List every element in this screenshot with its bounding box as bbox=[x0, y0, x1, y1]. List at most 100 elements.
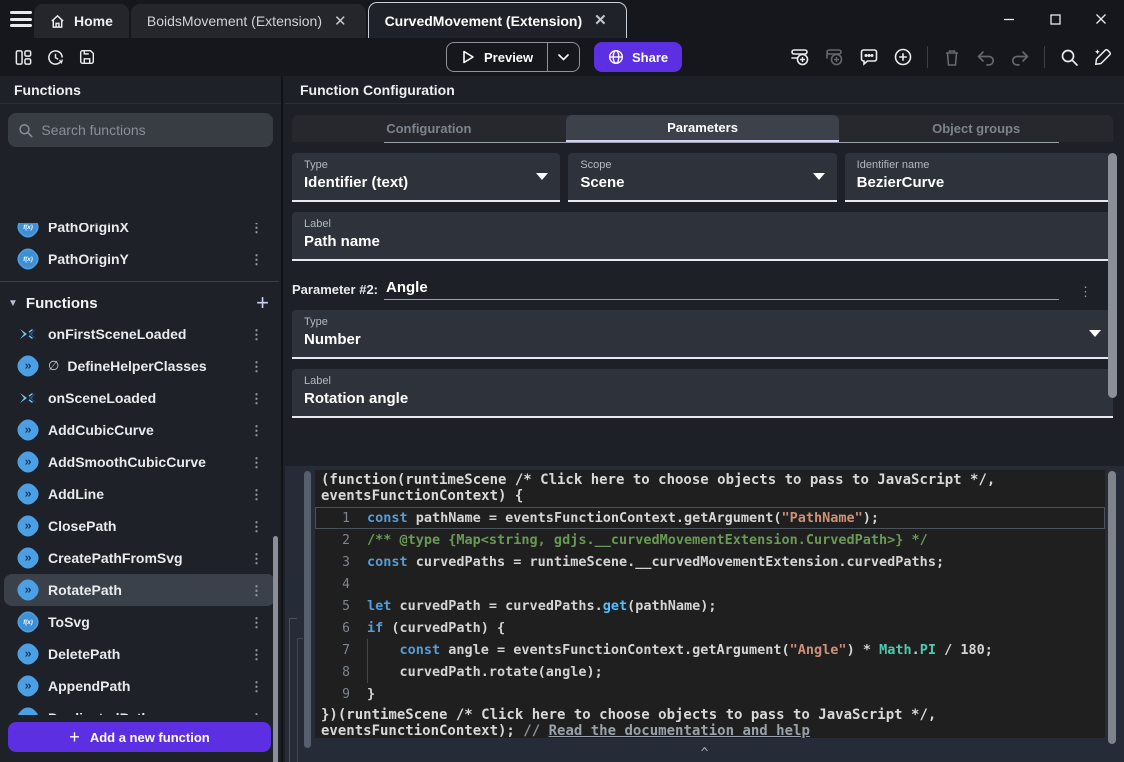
sidebar-item-addsmoothcubiccurve[interactable]: »AddSmoothCubicCurve⋮ bbox=[4, 446, 275, 478]
dropdown-arrow-icon[interactable] bbox=[813, 173, 825, 180]
delete-button[interactable] bbox=[937, 42, 967, 72]
close-button[interactable] bbox=[1078, 0, 1124, 38]
code-line-1[interactable]: 1const pathName = eventsFunctionContext.… bbox=[315, 507, 1105, 529]
add-event-button[interactable] bbox=[786, 42, 816, 72]
tab-object-groups[interactable]: Object groups bbox=[839, 115, 1113, 142]
code-line-7[interactable]: 7 const angle = eventsFunctionContext.ge… bbox=[315, 639, 1105, 661]
project-tab-boidsmovement-extension-[interactable]: BoidsMovement (Extension)✕ bbox=[131, 4, 366, 38]
minimize-button[interactable] bbox=[986, 0, 1032, 38]
code-lines[interactable]: 1const pathName = eventsFunctionContext.… bbox=[315, 507, 1105, 705]
code-line-9[interactable]: 9} bbox=[315, 683, 1105, 705]
config-scrollbar[interactable] bbox=[1108, 153, 1117, 398]
code-line-5[interactable]: 5let curvedPath = curvedPaths.get(pathNa… bbox=[315, 595, 1105, 617]
sidebar-section-functions[interactable]: ▼Functions+ bbox=[0, 288, 279, 318]
sidebar-item-createpathfromsvg[interactable]: »CreatePathFromSvg⋮ bbox=[4, 542, 275, 574]
input-identifier-name[interactable]: Identifier nameBezierCurve bbox=[845, 153, 1113, 202]
undo-button[interactable] bbox=[971, 42, 1001, 72]
save-button[interactable] bbox=[72, 42, 102, 72]
history-button[interactable] bbox=[40, 42, 70, 72]
preview-button[interactable]: Preview bbox=[447, 43, 547, 71]
item-menu-button[interactable]: ⋮ bbox=[244, 584, 269, 597]
function-name: AddSmoothCubicCurve bbox=[48, 454, 234, 470]
sidebar-item-onsceneloaded[interactable]: onSceneLoaded ⋮ bbox=[4, 382, 275, 414]
edit-extension-button[interactable] bbox=[1088, 42, 1118, 72]
dropdown-arrow-icon[interactable] bbox=[536, 173, 548, 180]
fields-row: LabelPath name bbox=[292, 212, 1113, 261]
code-block[interactable]: (function(runtimeScene /* Click here to … bbox=[315, 470, 1105, 738]
search-button[interactable] bbox=[1054, 42, 1084, 72]
add-comment-button[interactable] bbox=[854, 42, 884, 72]
add-new-function-button[interactable]: + Add a new function bbox=[8, 722, 271, 752]
select-type[interactable]: TypeNumber bbox=[292, 310, 1113, 359]
sidebar-item-deletepath[interactable]: »DeletePath⋮ bbox=[4, 638, 275, 670]
item-menu-button[interactable]: ⋮ bbox=[244, 360, 269, 373]
preview-options-button[interactable] bbox=[547, 43, 579, 71]
sidebar-item-tosvg[interactable]: f(x)ToSvg⋮ bbox=[4, 606, 275, 638]
maximize-button[interactable] bbox=[1032, 0, 1078, 38]
item-menu-button[interactable]: ⋮ bbox=[244, 712, 269, 716]
project-tab-home[interactable]: Home bbox=[34, 4, 129, 38]
project-tab-curvedmovement-extension-[interactable]: CurvedMovement (Extension)✕ bbox=[368, 2, 627, 38]
code-line-8[interactable]: 8 curvedPath.rotate(angle); bbox=[315, 661, 1105, 683]
share-button[interactable]: Share bbox=[594, 42, 682, 72]
select-scope[interactable]: ScopeScene bbox=[568, 153, 836, 202]
item-menu-button[interactable]: ⋮ bbox=[244, 648, 269, 661]
sidebar-item-pathoriginy[interactable]: f(x)PathOriginY⋮ bbox=[4, 243, 275, 275]
code-wrapper-header[interactable]: (function(runtimeScene /* Click here to … bbox=[315, 470, 1105, 504]
sidebar-item-addline[interactable]: »AddLine⋮ bbox=[4, 478, 275, 510]
sidebar-item-duplicatedpath[interactable]: »DuplicatedPath⋮ bbox=[4, 702, 275, 715]
add-subevent-button[interactable] bbox=[820, 42, 850, 72]
documentation-link[interactable]: Read the documentation and help bbox=[549, 723, 810, 738]
tab-configuration[interactable]: Configuration bbox=[292, 115, 566, 142]
input-label[interactable]: LabelPath name bbox=[292, 212, 1113, 261]
search-functions-box[interactable] bbox=[8, 113, 273, 147]
item-menu-button[interactable]: ⋮ bbox=[244, 253, 269, 266]
input-label[interactable]: LabelRotation angle bbox=[292, 369, 1113, 418]
item-menu-button[interactable]: ⋮ bbox=[244, 520, 269, 533]
main-menu-button[interactable] bbox=[10, 11, 32, 27]
tab-parameters[interactable]: Parameters bbox=[566, 115, 840, 142]
dropdown-arrow-icon[interactable] bbox=[1089, 330, 1101, 337]
code-line-3[interactable]: 3const curvedPaths = runtimeScene.__curv… bbox=[315, 551, 1105, 573]
parameter-menu-button[interactable]: ⋮ bbox=[1073, 285, 1098, 300]
tab-close-icon[interactable]: ✕ bbox=[331, 12, 350, 31]
item-menu-button[interactable]: ⋮ bbox=[244, 456, 269, 469]
redo-button[interactable] bbox=[1005, 42, 1035, 72]
sidebar-scrollbar[interactable] bbox=[273, 536, 278, 762]
function-name: onSceneLoaded bbox=[48, 390, 234, 406]
sidebar-item-definehelperclasses[interactable]: »∅DefineHelperClasses⋮ bbox=[4, 350, 275, 382]
sidebar-item-pathoriginx[interactable]: f(x)PathOriginX⋮ bbox=[4, 223, 275, 243]
code-line-4[interactable]: 4 bbox=[315, 573, 1105, 595]
maximize-icon bbox=[1050, 14, 1061, 25]
code-line-6[interactable]: 6if (curvedPath) { bbox=[315, 617, 1105, 639]
code-line-2[interactable]: 2/** @type {Map<string, gdjs.__curvedMov… bbox=[315, 529, 1105, 551]
search-functions-input[interactable] bbox=[41, 122, 263, 138]
item-menu-button[interactable]: ⋮ bbox=[244, 424, 269, 437]
add-more-button[interactable] bbox=[888, 42, 918, 72]
line-number: 5 bbox=[315, 599, 367, 614]
collapse-editor-caret[interactable]: ^ bbox=[701, 746, 709, 761]
code-wrapper-footer[interactable]: })(runtimeScene /* Click here to choose … bbox=[315, 707, 1105, 738]
collapse-triangle-icon[interactable]: ▼ bbox=[8, 298, 18, 309]
sidebar-item-closepath[interactable]: »ClosePath⋮ bbox=[4, 510, 275, 542]
function-name: RotatePath bbox=[48, 582, 234, 598]
toggle-panels-button[interactable] bbox=[8, 42, 38, 72]
code-scrollbar[interactable] bbox=[1108, 471, 1116, 744]
sidebar-item-addcubiccurve[interactable]: »AddCubicCurve⋮ bbox=[4, 414, 275, 446]
parameter-name-input[interactable]: Angle bbox=[384, 279, 1059, 300]
item-menu-button[interactable]: ⋮ bbox=[244, 488, 269, 501]
sidebar-item-rotatepath[interactable]: »RotatePath⋮ bbox=[4, 574, 275, 606]
sidebar-item-appendpath[interactable]: »AppendPath⋮ bbox=[4, 670, 275, 702]
item-menu-button[interactable]: ⋮ bbox=[244, 680, 269, 693]
code-text bbox=[367, 573, 1105, 595]
item-menu-button[interactable]: ⋮ bbox=[244, 223, 269, 234]
code-editor-drag-handle[interactable] bbox=[304, 471, 311, 748]
tab-close-icon[interactable]: ✕ bbox=[591, 11, 610, 30]
item-menu-button[interactable]: ⋮ bbox=[244, 392, 269, 405]
item-menu-button[interactable]: ⋮ bbox=[244, 328, 269, 341]
add-function-plus-icon[interactable]: + bbox=[256, 292, 269, 314]
item-menu-button[interactable]: ⋮ bbox=[244, 616, 269, 629]
select-type[interactable]: TypeIdentifier (text) bbox=[292, 153, 560, 202]
item-menu-button[interactable]: ⋮ bbox=[244, 552, 269, 565]
sidebar-item-onfirstsceneloaded[interactable]: onFirstSceneLoaded⋮ bbox=[4, 318, 275, 350]
